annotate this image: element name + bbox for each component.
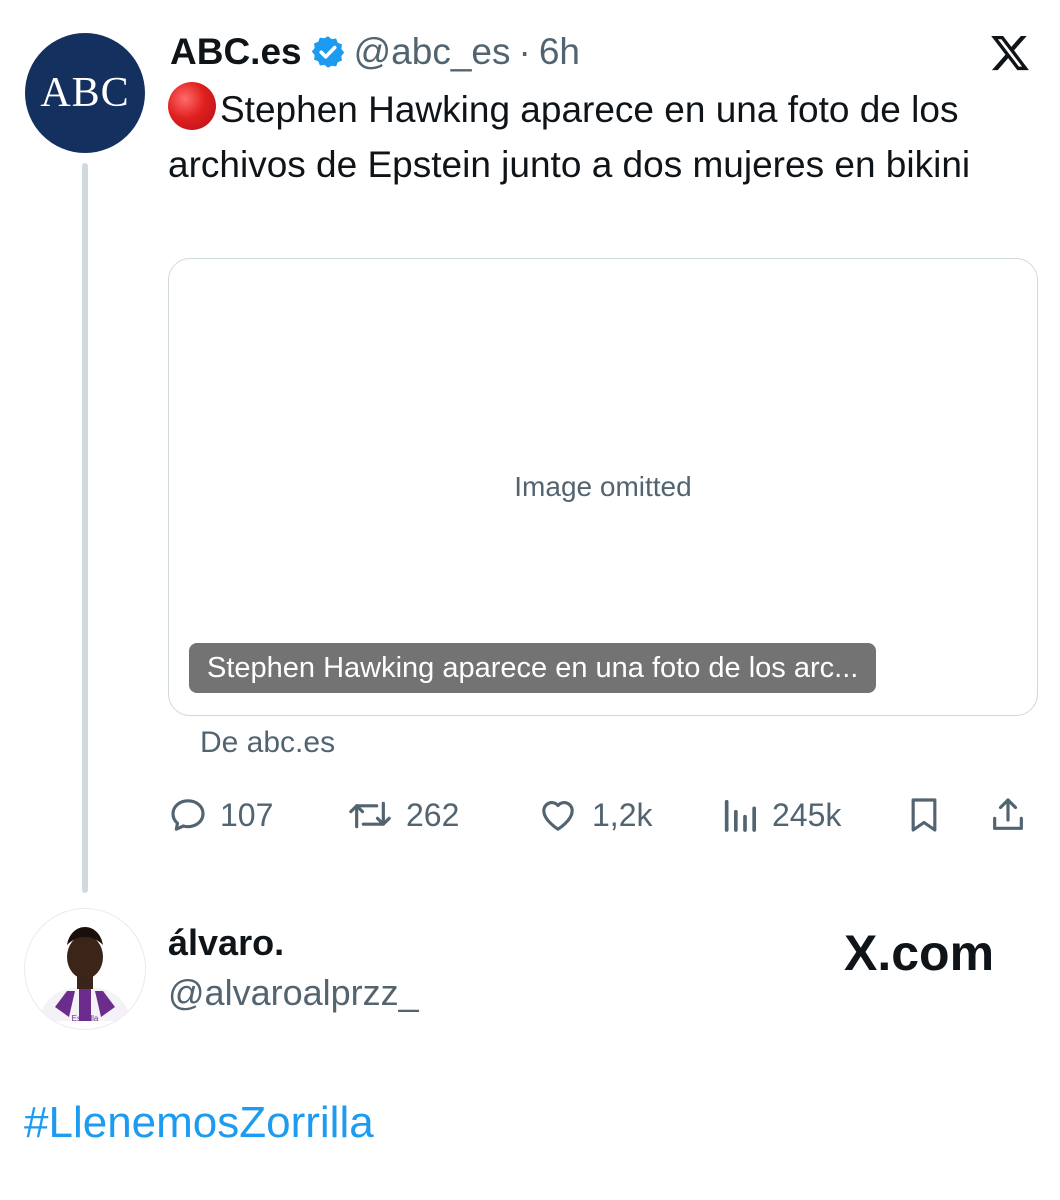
card-caption: Stephen Hawking aparece en una foto de l… (189, 643, 877, 693)
action-bar: 107 262 1,2k 245k (168, 790, 1038, 840)
verified-badge-icon (311, 36, 344, 68)
bookmark-icon (911, 798, 937, 832)
author-avatar[interactable]: ABC (25, 33, 145, 153)
reply-count: 107 (220, 796, 274, 833)
tweet-text: Stephen Hawking aparece en una foto de l… (168, 82, 1028, 192)
reply-author-name[interactable]: álvaro. (168, 922, 284, 964)
share-icon (993, 798, 1023, 830)
repost-icon (349, 801, 391, 829)
display-name[interactable]: ABC.es (170, 31, 302, 73)
watermark-text: X.com (844, 925, 995, 981)
tweet-header: ABC.es @abc_es · 6h (170, 26, 1020, 78)
author-handle[interactable]: @abc_es (354, 31, 511, 73)
views-button[interactable]: 245k (720, 790, 841, 840)
heart-icon (542, 801, 574, 831)
repost-count: 262 (406, 796, 460, 833)
views-count: 245k (772, 796, 842, 833)
link-preview-card[interactable]: Image omitted Stephen Hawking aparece en… (168, 258, 1038, 716)
card-source[interactable]: De abc.es (200, 726, 335, 760)
separator-dot: · (518, 31, 531, 72)
x-logo-icon[interactable] (988, 32, 1032, 74)
svg-text:Estrella: Estrella (72, 1014, 99, 1023)
avatar-logo-text: ABC (40, 70, 130, 116)
bookmark-button[interactable] (904, 790, 944, 840)
tweet-body: Stephen Hawking aparece en una foto de l… (168, 89, 971, 185)
like-button[interactable]: 1,2k (536, 790, 652, 840)
post-time[interactable]: 6h (539, 31, 580, 73)
reply-button[interactable]: 107 (168, 790, 273, 840)
hashtag-link[interactable]: #LlenemosZorrilla (24, 1098, 374, 1148)
reply-icon (171, 799, 205, 831)
like-count: 1,2k (592, 796, 653, 833)
red-circle-icon (168, 82, 216, 130)
x-com-watermark: X.com (844, 924, 994, 982)
views-chart-icon (724, 799, 756, 832)
thread-line (82, 163, 88, 893)
reply-author-avatar[interactable]: Estrella (24, 908, 146, 1030)
reply-author-handle[interactable]: @alvaroalprzz_ (168, 972, 419, 1014)
share-button[interactable] (988, 790, 1028, 840)
repost-button[interactable]: 262 (346, 790, 459, 840)
avatar-portrait-icon: Estrella (39, 927, 131, 1023)
